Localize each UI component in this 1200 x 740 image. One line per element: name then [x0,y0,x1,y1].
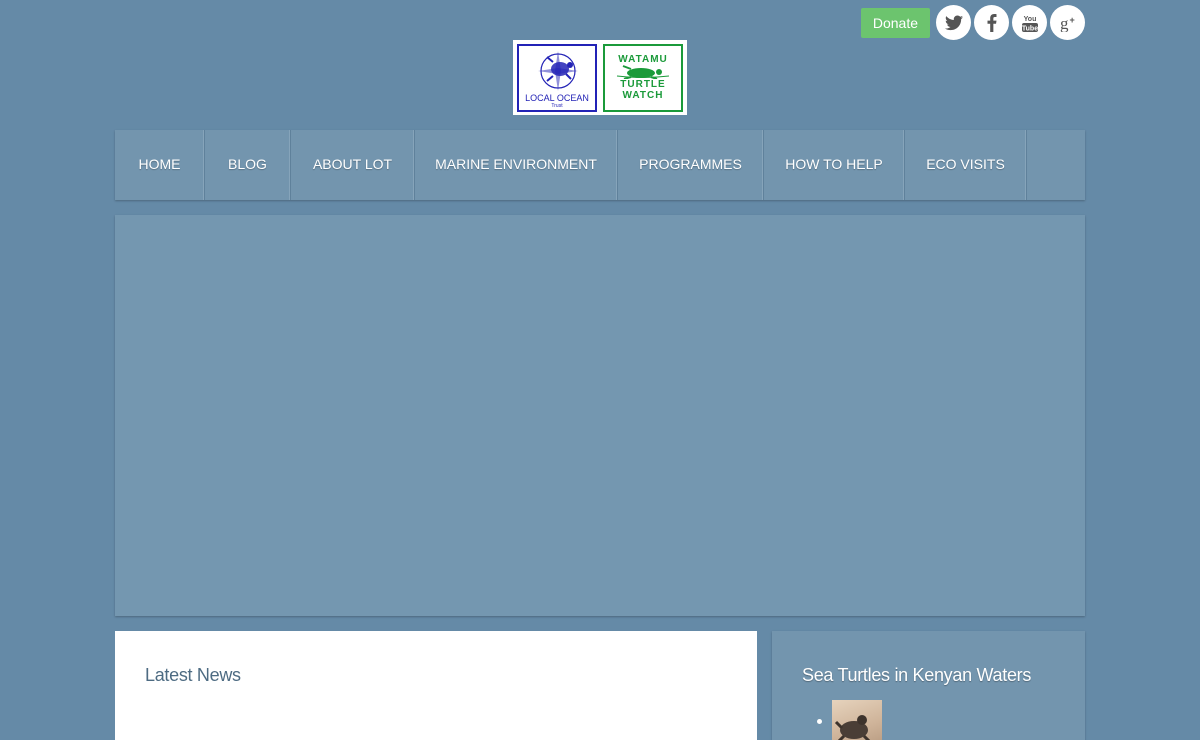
sidebar-title: Sea Turtles in Kenyan Waters [802,665,1032,685]
turtle-text: TURTLE [620,79,666,90]
latest-news-panel: Latest News [115,631,757,740]
watamu-turtle-watch-logo: WATAMU TURTLE WATCH [603,43,683,112]
facebook-icon [987,13,996,32]
turtle-hatchling-image [834,715,871,740]
local-ocean-text: LOCAL OCEAN [525,92,589,103]
page: Donate You Tube g + LOCAL OCEAN Trust WA… [0,0,1200,740]
top-bar: Donate You Tube g + [860,5,1085,40]
youtube-icon: You Tube [1021,16,1037,33]
svg-text:You: You [1023,16,1036,23]
watch-text: WATCH [622,90,664,101]
youtube-link[interactable]: You Tube [1012,5,1047,40]
local-ocean-logo: LOCAL OCEAN Trust [517,43,597,112]
donate-button[interactable]: Donate [860,7,930,38]
nav-item-how-to-help[interactable]: HOW TO HELP [764,130,905,200]
local-ocean-subtext: Trust [551,102,563,109]
turtle-icon [616,65,670,79]
nav-item-eco-visits[interactable]: ECO VISITS [905,130,1027,200]
google-plus-icon: g + [1060,14,1075,32]
hero-slider [115,215,1085,616]
svg-text:g: g [1060,14,1069,32]
turtle-compass-icon [538,50,578,91]
sidebar-widget: Sea Turtles in Kenyan Waters [772,631,1085,740]
nav-item-marine-environment[interactable]: MARINE ENVIRONMENT [415,130,618,200]
nav-item-about-lot[interactable]: ABOUT LOT [291,130,415,200]
main-nav: HOME BLOG ABOUT LOT MARINE ENVIRONMENT P… [115,130,1085,200]
google-plus-link[interactable]: g + [1050,5,1085,40]
turtle-thumbnail[interactable] [832,700,882,740]
svg-text:Tube: Tube [1021,25,1037,32]
latest-news-title: Latest News [145,665,241,685]
twitter-icon [944,15,963,30]
twitter-link[interactable] [936,5,971,40]
watamu-text: WATAMU [618,54,668,65]
site-logo[interactable]: LOCAL OCEAN Trust WATAMU TURTLE WATCH [513,40,687,115]
svg-text:+: + [1069,15,1074,25]
nav-item-home[interactable]: HOME [115,130,205,200]
nav-item-blog[interactable]: BLOG [205,130,291,200]
list-bullet [817,719,822,724]
facebook-link[interactable] [974,5,1009,40]
nav-item-programmes[interactable]: PROGRAMMES [618,130,764,200]
